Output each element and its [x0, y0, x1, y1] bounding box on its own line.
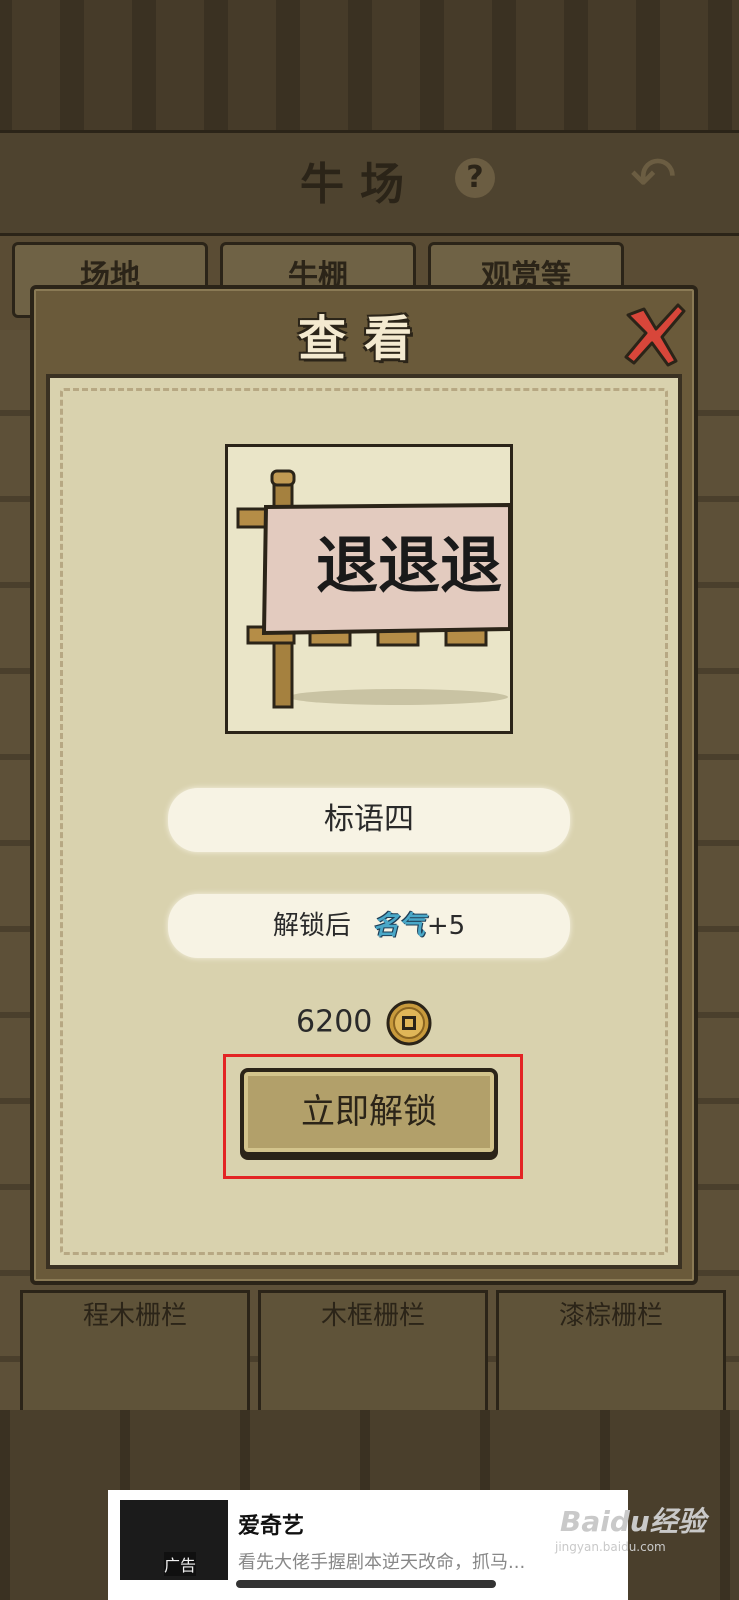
baidu-watermark: Baidu经验 [560, 1505, 706, 1538]
close-icon[interactable] [622, 301, 688, 367]
red-highlight-box [223, 1054, 523, 1179]
price-amount: 6200 [296, 1004, 373, 1040]
background-page-title: 牛场 [300, 159, 420, 210]
price-row: 6200 [50, 1000, 678, 1046]
dialog-title: 查看 [297, 311, 430, 367]
home-indicator-bar [236, 1580, 496, 1588]
reward-prefix: 解锁后 [272, 911, 351, 941]
fence-card-2[interactable]: 木框栅栏 [258, 1290, 488, 1420]
help-icon[interactable]: ? [455, 158, 495, 198]
background-top-fence [0, 0, 739, 130]
fence-card-1[interactable]: 程木栅栏 [20, 1290, 250, 1420]
ad-thumbnail[interactable]: 广告 [120, 1500, 228, 1580]
item-preview-image: 退退退 [225, 444, 513, 734]
preview-banner-text: 退退退 [316, 529, 502, 602]
baidu-watermark-url: jingyan.baidu.com [555, 1540, 666, 1554]
fame-label: 名气 [372, 911, 425, 941]
reward-value: +5 [426, 911, 466, 941]
ad-title[interactable]: 爱奇艺 [238, 1508, 304, 1540]
item-name-label: 标语四 [168, 788, 570, 852]
coin-icon [386, 1000, 432, 1046]
fence-card-3[interactable]: 漆棕栅栏 [496, 1290, 726, 1420]
ad-label: 广告 [164, 1552, 197, 1576]
background-card-row: 程木栅栏 木框栅栏 漆棕栅栏 [0, 1270, 739, 1420]
back-arrow-icon[interactable]: ↶ [630, 150, 710, 206]
reward-info: 解锁后 名气+5 [168, 894, 570, 958]
